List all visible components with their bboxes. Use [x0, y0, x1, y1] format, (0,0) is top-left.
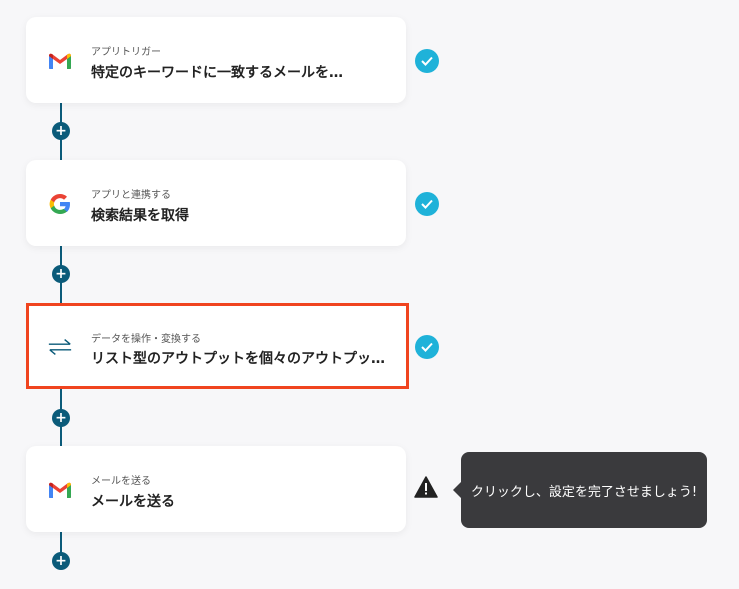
- add-step-button[interactable]: +: [52, 265, 70, 283]
- gmail-icon: [47, 477, 73, 503]
- step-title: リスト型のアウトプットを個々のアウトプッ…: [91, 351, 385, 367]
- step-subtitle: データを操作・変換する: [91, 334, 201, 345]
- warning-icon: [414, 476, 438, 500]
- step-subtitle: アプリトリガー: [91, 47, 161, 58]
- transform-arrows-icon: [47, 334, 73, 360]
- check-icon: [415, 49, 439, 73]
- add-step-button[interactable]: +: [52, 122, 70, 140]
- google-icon: [47, 191, 73, 217]
- check-icon: [415, 335, 439, 359]
- flow-step-trigger[interactable]: アプリトリガー 特定のキーワードに一致するメールを…: [26, 17, 406, 103]
- gmail-icon: [47, 48, 73, 74]
- flow-step-transform[interactable]: データを操作・変換する リスト型のアウトプットを個々のアウトプッ…: [26, 303, 409, 389]
- flow-step-send-mail[interactable]: メールを送る メールを送る: [26, 446, 406, 532]
- add-step-button[interactable]: +: [52, 552, 70, 570]
- flow-step-search[interactable]: アプリと連携する 検索結果を取得: [26, 160, 406, 246]
- check-icon: [415, 192, 439, 216]
- step-subtitle: アプリと連携する: [91, 190, 171, 201]
- setup-tooltip: クリックし、設定を完了させましょう!: [453, 452, 707, 528]
- add-step-button[interactable]: +: [52, 409, 70, 427]
- step-subtitle: メールを送る: [91, 476, 151, 487]
- step-title: メールを送る: [91, 494, 175, 510]
- step-title: 特定のキーワードに一致するメールを…: [91, 65, 343, 81]
- step-title: 検索結果を取得: [91, 208, 189, 224]
- tooltip-text: クリックし、設定を完了させましょう!: [470, 484, 698, 500]
